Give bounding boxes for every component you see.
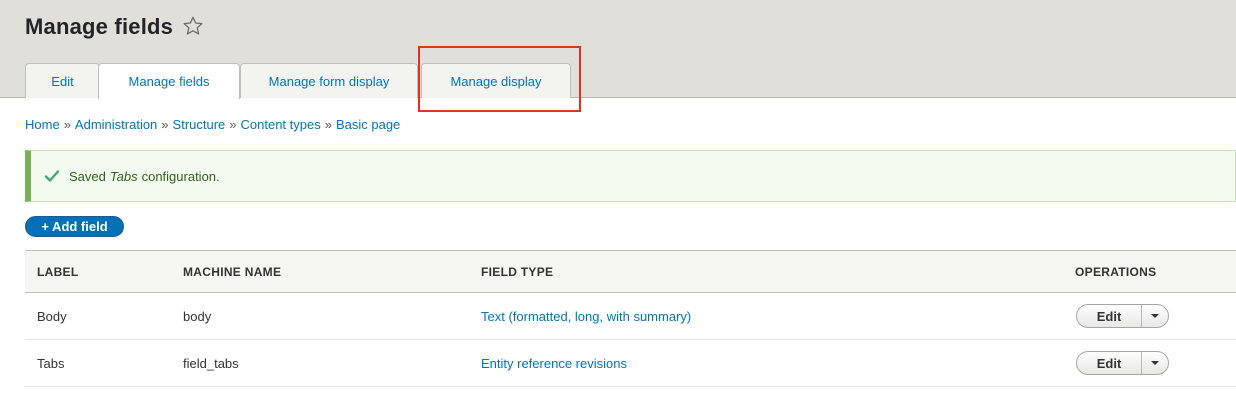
message-suffix: configuration.: [141, 168, 220, 184]
breadcrumb-basic-page[interactable]: Basic page: [336, 117, 400, 132]
header-machine-name: MACHINE NAME: [183, 264, 282, 279]
breadcrumb-administration[interactable]: Administration: [75, 117, 157, 132]
breadcrumb-home[interactable]: Home: [25, 117, 60, 132]
field-type-link[interactable]: Entity reference revisions: [481, 356, 627, 371]
field-label: Body: [37, 308, 67, 324]
table-header-row: LABEL MACHINE NAME FIELD TYPE OPERATIONS: [25, 250, 1236, 293]
breadcrumb: Home» Administration» Structure» Content ty…: [25, 117, 400, 132]
tab-manage-fields-label: Manage fields: [128, 74, 210, 89]
field-machine-name: body: [183, 308, 212, 324]
caret-down-icon[interactable]: [1142, 352, 1168, 374]
message-entity: Tabs: [109, 168, 138, 184]
edit-button[interactable]: Edit: [1077, 305, 1142, 327]
status-message: Saved Tabs configuration.: [25, 150, 1236, 202]
breadcrumb-content-types[interactable]: Content types: [241, 117, 321, 132]
page-header: Manage fields Edit Manage fields Manage …: [0, 0, 1236, 99]
operations-dropbutton: Edit: [1076, 304, 1169, 328]
add-field-button[interactable]: + Add field: [25, 216, 124, 237]
tab-manage-display[interactable]: Manage display: [421, 63, 571, 98]
message-prefix: Saved: [69, 168, 106, 184]
header-label: LABEL: [37, 264, 79, 279]
field-type-link[interactable]: Text (formatted, long, with summary): [481, 309, 691, 324]
breadcrumb-separator: »: [229, 117, 237, 132]
tab-manage-display-label: Manage display: [450, 73, 542, 89]
edit-button[interactable]: Edit: [1077, 352, 1142, 374]
tab-edit[interactable]: Edit: [25, 63, 100, 98]
breadcrumb-separator: »: [324, 117, 332, 132]
breadcrumb-separator: »: [161, 117, 169, 132]
check-icon: [44, 168, 60, 184]
tab-manage-form-display-label: Manage form display: [268, 73, 390, 89]
field-label: Tabs: [37, 355, 65, 371]
field-machine-name: field_tabs: [183, 355, 239, 371]
tab-manage-form-display[interactable]: Manage form display: [240, 63, 418, 98]
breadcrumb-separator: »: [63, 117, 71, 132]
tab-manage-fields[interactable]: Manage fields: [98, 63, 240, 99]
star-icon[interactable]: [182, 15, 204, 37]
table-row: Body body Text (formatted, long, with su…: [25, 293, 1236, 340]
page-title: Manage fields: [25, 14, 174, 39]
header-operations: OPERATIONS: [1075, 264, 1157, 279]
table-row: Tabs field_tabs Entity reference revisio…: [25, 340, 1236, 387]
breadcrumb-structure[interactable]: Structure: [173, 117, 226, 132]
operations-dropbutton: Edit: [1076, 351, 1169, 375]
caret-down-icon[interactable]: [1142, 305, 1168, 327]
fields-table: LABEL MACHINE NAME FIELD TYPE OPERATIONS…: [25, 250, 1236, 387]
header-field-type: FIELD TYPE: [481, 264, 554, 279]
tab-edit-label: Edit: [51, 73, 74, 89]
